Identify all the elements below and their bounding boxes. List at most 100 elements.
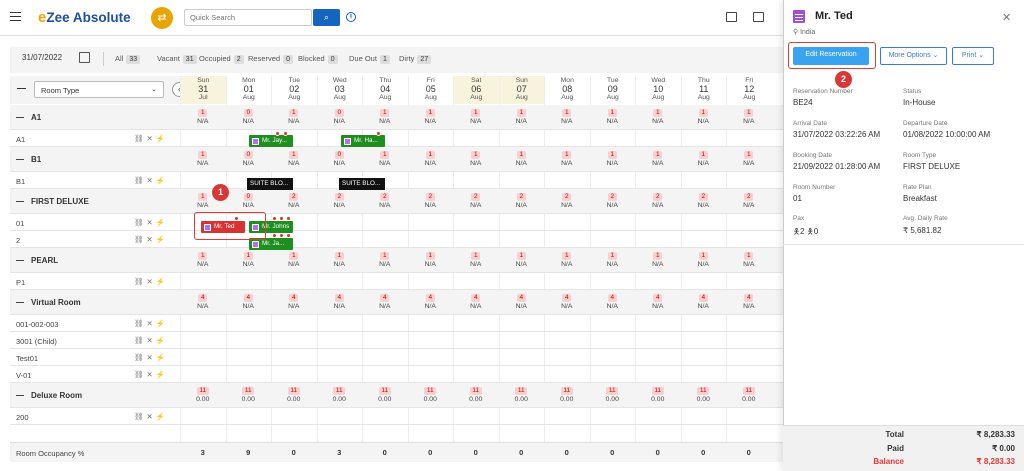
availability-cell[interactable]: 1 N/A	[271, 151, 317, 168]
availability-cell[interactable]: 1 N/A	[726, 151, 772, 168]
availability-cell[interactable]: 1 N/A	[635, 109, 681, 126]
availability-cell[interactable]: 1 N/A	[271, 109, 317, 126]
filter-blocked[interactable]: Blocked 0	[298, 54, 338, 64]
availability-cell[interactable]: 2 N/A	[544, 193, 590, 210]
availability-cell[interactable]: 11 0.00	[499, 387, 545, 404]
availability-cell[interactable]: 4 N/A	[317, 294, 363, 311]
availability-cell[interactable]: 4 N/A	[408, 294, 454, 311]
switch-property-button[interactable]: ⇄	[151, 7, 173, 29]
availability-cell[interactable]: 2 N/A	[635, 193, 681, 210]
availability-cell[interactable]: 1 N/A	[408, 252, 454, 269]
availability-cell[interactable]: 1 N/A	[362, 252, 408, 269]
filter-reserved[interactable]: Reserved 0	[248, 54, 294, 64]
availability-cell[interactable]: 0 N/A	[226, 151, 272, 168]
availability-cell[interactable]: 11 0.00	[226, 387, 272, 404]
menu-icon[interactable]	[10, 12, 21, 21]
availability-cell[interactable]: 1 N/A	[362, 151, 408, 168]
availability-cell[interactable]: 11 0.00	[544, 387, 590, 404]
availability-cell[interactable]: 1 N/A	[271, 252, 317, 269]
filter-dirty[interactable]: Dirty 27	[399, 54, 432, 64]
availability-cell[interactable]: 0 N/A	[317, 151, 363, 168]
availability-cell[interactable]: 1 N/A	[499, 151, 545, 168]
room-action-icons[interactable]: ⛓✕⚡	[134, 235, 168, 244]
room-type-select[interactable]: Room Type ⌄	[34, 81, 164, 98]
availability-cell[interactable]: 1 N/A	[180, 252, 226, 269]
room-action-icons[interactable]: ⛓✕⚡	[134, 134, 168, 143]
collapse-icon[interactable]	[16, 260, 24, 261]
collapse-icon[interactable]	[16, 117, 24, 118]
availability-cell[interactable]: 4 N/A	[226, 294, 272, 311]
filter-due-out[interactable]: Due Out 1	[349, 54, 390, 64]
availability-cell[interactable]: 4 N/A	[590, 294, 636, 311]
print-button[interactable]: Print ⌄	[952, 47, 994, 65]
availability-cell[interactable]: 0 N/A	[226, 109, 272, 126]
block-bar[interactable]: SUITE BLO...	[247, 178, 293, 190]
reservation-bar[interactable]: Mr. Jay...	[249, 135, 293, 147]
availability-cell[interactable]: 1 N/A	[499, 252, 545, 269]
availability-cell[interactable]: 11 0.00	[726, 387, 772, 404]
availability-cell[interactable]: 1 N/A	[180, 109, 226, 126]
availability-cell[interactable]: 1 N/A	[453, 151, 499, 168]
availability-cell[interactable]: 1 N/A	[408, 151, 454, 168]
availability-cell[interactable]: 4 N/A	[271, 294, 317, 311]
availability-cell[interactable]: 1 N/A	[590, 109, 636, 126]
reservation-bar[interactable]: Mr. Ha...	[341, 135, 385, 147]
availability-cell[interactable]: 1 N/A	[726, 252, 772, 269]
collapse-icon[interactable]	[16, 201, 24, 202]
availability-cell[interactable]: 2 N/A	[408, 193, 454, 210]
availability-cell[interactable]: 1 N/A	[681, 151, 727, 168]
availability-cell[interactable]: 2 N/A	[453, 193, 499, 210]
availability-cell[interactable]: 2 N/A	[590, 193, 636, 210]
availability-cell[interactable]: 1 N/A	[317, 252, 363, 269]
availability-cell[interactable]: 11 0.00	[453, 387, 499, 404]
collapse-icon[interactable]	[16, 159, 24, 160]
availability-cell[interactable]: 0 N/A	[317, 109, 363, 126]
mail-icon[interactable]	[753, 12, 764, 22]
availability-cell[interactable]: 1 N/A	[544, 252, 590, 269]
filter-vacant[interactable]: Vacant 31	[157, 54, 197, 64]
availability-cell[interactable]: 2 N/A	[499, 193, 545, 210]
room-action-icons[interactable]: ⛓✕⚡	[134, 353, 168, 362]
availability-cell[interactable]: 1 N/A	[453, 109, 499, 126]
filter-all[interactable]: All 33	[115, 54, 141, 64]
availability-cell[interactable]: 1 N/A	[635, 151, 681, 168]
room-action-icons[interactable]: ⛓✕⚡	[134, 319, 168, 328]
availability-cell[interactable]: 1 N/A	[681, 109, 727, 126]
availability-cell[interactable]: 2 N/A	[271, 193, 317, 210]
availability-cell[interactable]: 1 N/A	[453, 252, 499, 269]
collapse-icon[interactable]	[16, 395, 24, 396]
availability-cell[interactable]: 11 0.00	[362, 387, 408, 404]
calendar-icon[interactable]	[726, 12, 737, 22]
availability-cell[interactable]: 4 N/A	[681, 294, 727, 311]
availability-cell[interactable]: 4 N/A	[726, 294, 772, 311]
availability-cell[interactable]: 1 N/A	[681, 252, 727, 269]
availability-cell[interactable]: 4 N/A	[499, 294, 545, 311]
room-action-icons[interactable]: ⛓✕⚡	[134, 370, 168, 379]
availability-cell[interactable]: 4 N/A	[180, 294, 226, 311]
availability-cell[interactable]: 2 N/A	[726, 193, 772, 210]
availability-cell[interactable]: 4 N/A	[635, 294, 681, 311]
availability-cell[interactable]: 1 N/A	[544, 109, 590, 126]
availability-cell[interactable]: 11 0.00	[681, 387, 727, 404]
search-button[interactable]: ⌕	[313, 9, 340, 26]
date-display[interactable]: 31/07/2022	[22, 53, 62, 62]
availability-cell[interactable]: 4 N/A	[544, 294, 590, 311]
room-action-icons[interactable]: ⛓✕⚡	[134, 412, 168, 421]
availability-cell[interactable]: 11 0.00	[271, 387, 317, 404]
availability-cell[interactable]: 11 0.00	[408, 387, 454, 404]
availability-cell[interactable]: 0 N/A	[226, 193, 272, 210]
availability-cell[interactable]: 1 N/A	[544, 151, 590, 168]
availability-cell[interactable]: 1 N/A	[226, 252, 272, 269]
info-icon[interactable]: i	[346, 12, 356, 22]
block-bar[interactable]: SUITE BLO...	[339, 178, 385, 190]
filter-occupied[interactable]: Occupied 2	[199, 54, 244, 64]
more-options-button[interactable]: More Options ⌄	[880, 47, 947, 65]
room-action-icons[interactable]: ⛓✕⚡	[134, 218, 168, 227]
room-action-icons[interactable]: ⛓✕⚡	[134, 176, 168, 185]
collapse-icon[interactable]	[16, 302, 24, 303]
search-input[interactable]	[184, 9, 312, 26]
availability-cell[interactable]: 1 N/A	[408, 109, 454, 126]
room-action-icons[interactable]: ⛓✕⚡	[134, 277, 168, 286]
availability-cell[interactable]: 1 N/A	[180, 151, 226, 168]
availability-cell[interactable]: 1 N/A	[362, 109, 408, 126]
